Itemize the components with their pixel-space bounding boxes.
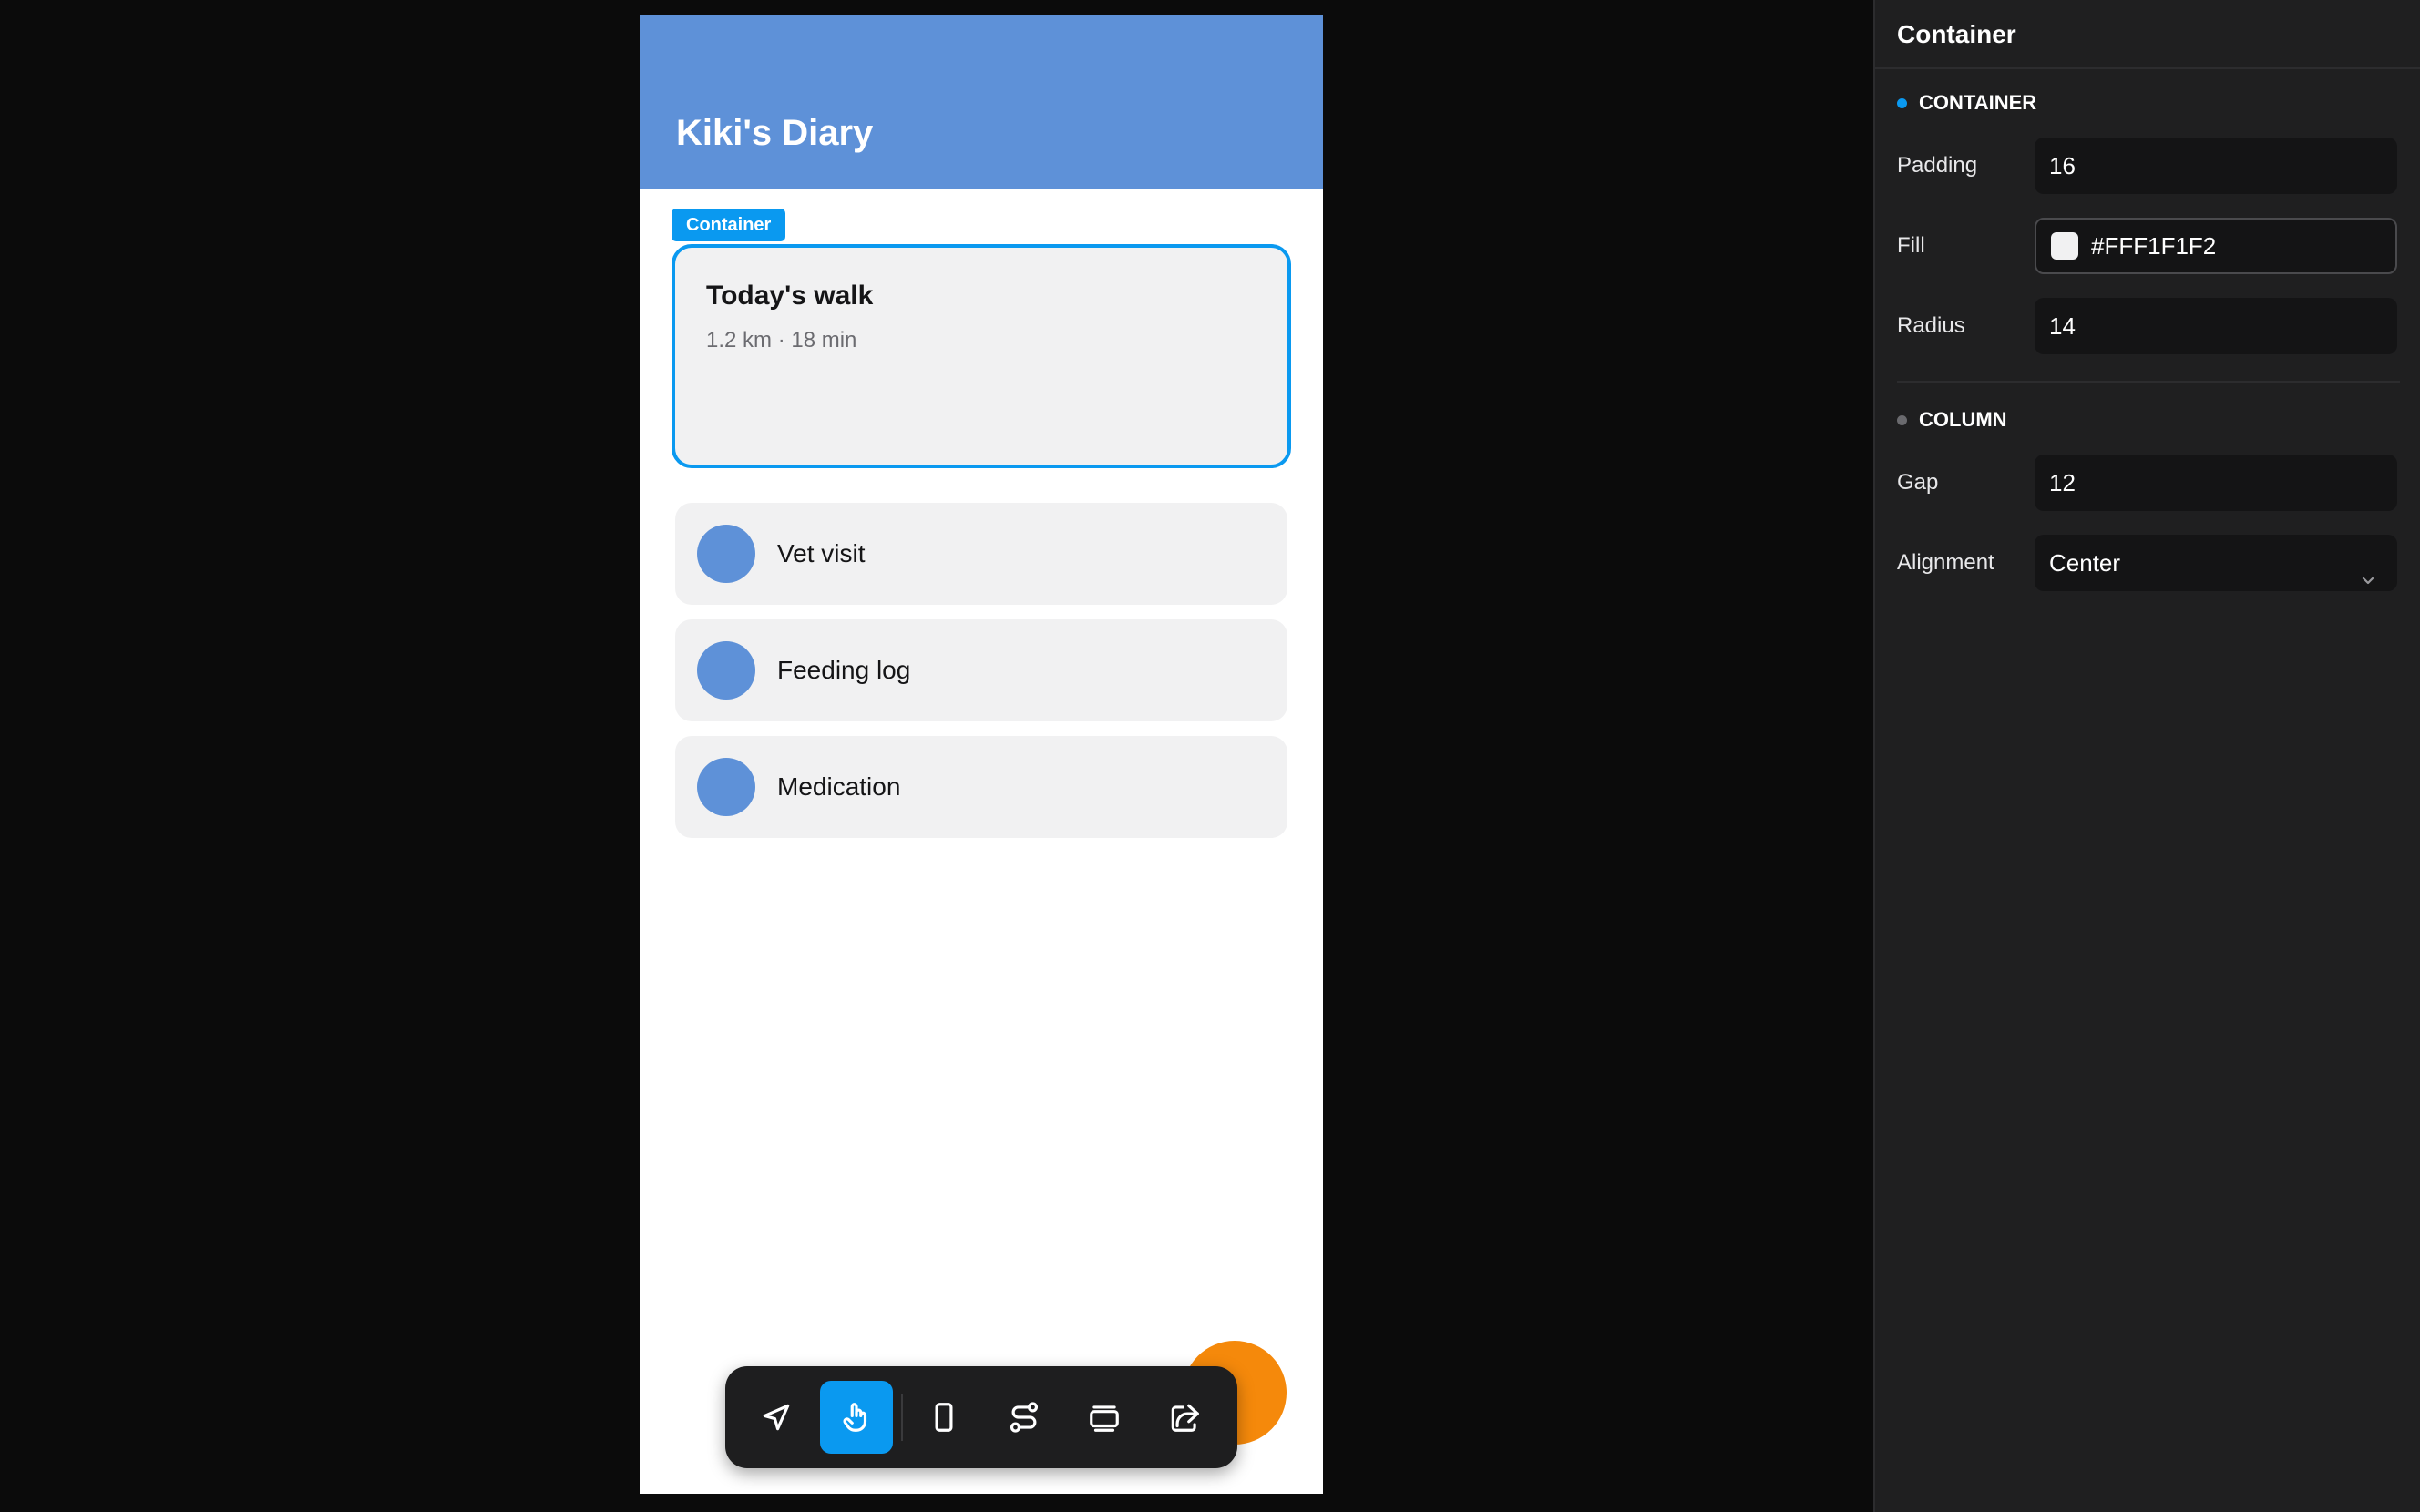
- list-item[interactable]: Medication: [675, 736, 1287, 838]
- alignment-value: Center: [2049, 549, 2121, 577]
- avatar-circle: [697, 525, 755, 583]
- section-dot-icon: [1897, 414, 1907, 425]
- gap-input[interactable]: 12: [2035, 455, 2397, 511]
- padding-input[interactable]: 16: [2035, 138, 2397, 194]
- navigation-arrow-icon: [763, 1404, 790, 1431]
- gap-value: 12: [2049, 469, 2076, 496]
- app-header: Kiki's Diary: [640, 15, 1323, 189]
- fill-label: Fill: [1897, 233, 1925, 258]
- stacked-cards-icon: [1090, 1405, 1119, 1432]
- padding-value: 16: [2049, 152, 2076, 179]
- frame-tool-button[interactable]: [908, 1381, 980, 1454]
- list-item[interactable]: Feeding log: [675, 619, 1287, 721]
- section-heading-label: COLUMN: [1919, 408, 2007, 431]
- color-swatch[interactable]: [2051, 232, 2078, 261]
- hand-pointer-icon: [843, 1403, 867, 1432]
- list-item-label: Feeding log: [777, 656, 911, 684]
- phone-frame-icon: [935, 1403, 953, 1432]
- radius-input[interactable]: 14: [2035, 298, 2397, 354]
- section-heading-label: CONTAINER: [1919, 91, 2037, 114]
- alignment-select[interactable]: Center: [2035, 535, 2397, 591]
- radius-value: 14: [2049, 312, 2076, 340]
- navigate-tool-button[interactable]: [740, 1381, 813, 1454]
- diary-list: Vet visit Feeding log Medication: [675, 503, 1287, 853]
- section-dot-icon: [1897, 97, 1907, 108]
- card-subtitle: 1.2 km · 18 min: [706, 328, 857, 352]
- section-divider: [1897, 381, 2400, 383]
- inspector-title: Container: [1897, 20, 2016, 48]
- list-item-label: Medication: [777, 772, 901, 801]
- card-title: Today's walk: [706, 281, 874, 311]
- component-tool-button[interactable]: [1068, 1381, 1141, 1454]
- interact-tool-button[interactable]: [820, 1381, 893, 1454]
- share-icon: [1171, 1404, 1199, 1432]
- panel-divider: [1875, 67, 2420, 69]
- phone-canvas: Kiki's Diary Container Today's walk 1.2 …: [640, 15, 1323, 1494]
- alignment-label: Alignment: [1897, 550, 1994, 575]
- floating-toolbar: [725, 1366, 1237, 1468]
- selection-tag: Container: [672, 209, 786, 241]
- fill-value: #FFF1F1F2: [2091, 232, 2217, 260]
- padding-label: Padding: [1897, 153, 1978, 178]
- app-title: Kiki's Diary: [676, 113, 874, 153]
- avatar-circle: [697, 641, 755, 700]
- radius-label: Radius: [1897, 313, 1965, 338]
- chevron-down-icon: [2359, 553, 2377, 585]
- flow-path-icon: [1010, 1402, 1039, 1433]
- flow-tool-button[interactable]: [988, 1381, 1061, 1454]
- avatar-circle: [697, 758, 755, 816]
- list-item-label: Vet visit: [777, 539, 866, 567]
- list-item[interactable]: Vet visit: [675, 503, 1287, 605]
- gap-label: Gap: [1897, 470, 1939, 495]
- share-tool-button[interactable]: [1148, 1381, 1221, 1454]
- column-section-heading: COLUMN: [1897, 408, 2007, 432]
- walk-card-container[interactable]: Today's walk 1.2 km · 18 min: [672, 244, 1291, 468]
- fill-input[interactable]: #FFF1F1F2: [2035, 218, 2397, 274]
- toolbar-divider: [901, 1394, 903, 1441]
- container-section-heading: CONTAINER: [1897, 91, 2036, 115]
